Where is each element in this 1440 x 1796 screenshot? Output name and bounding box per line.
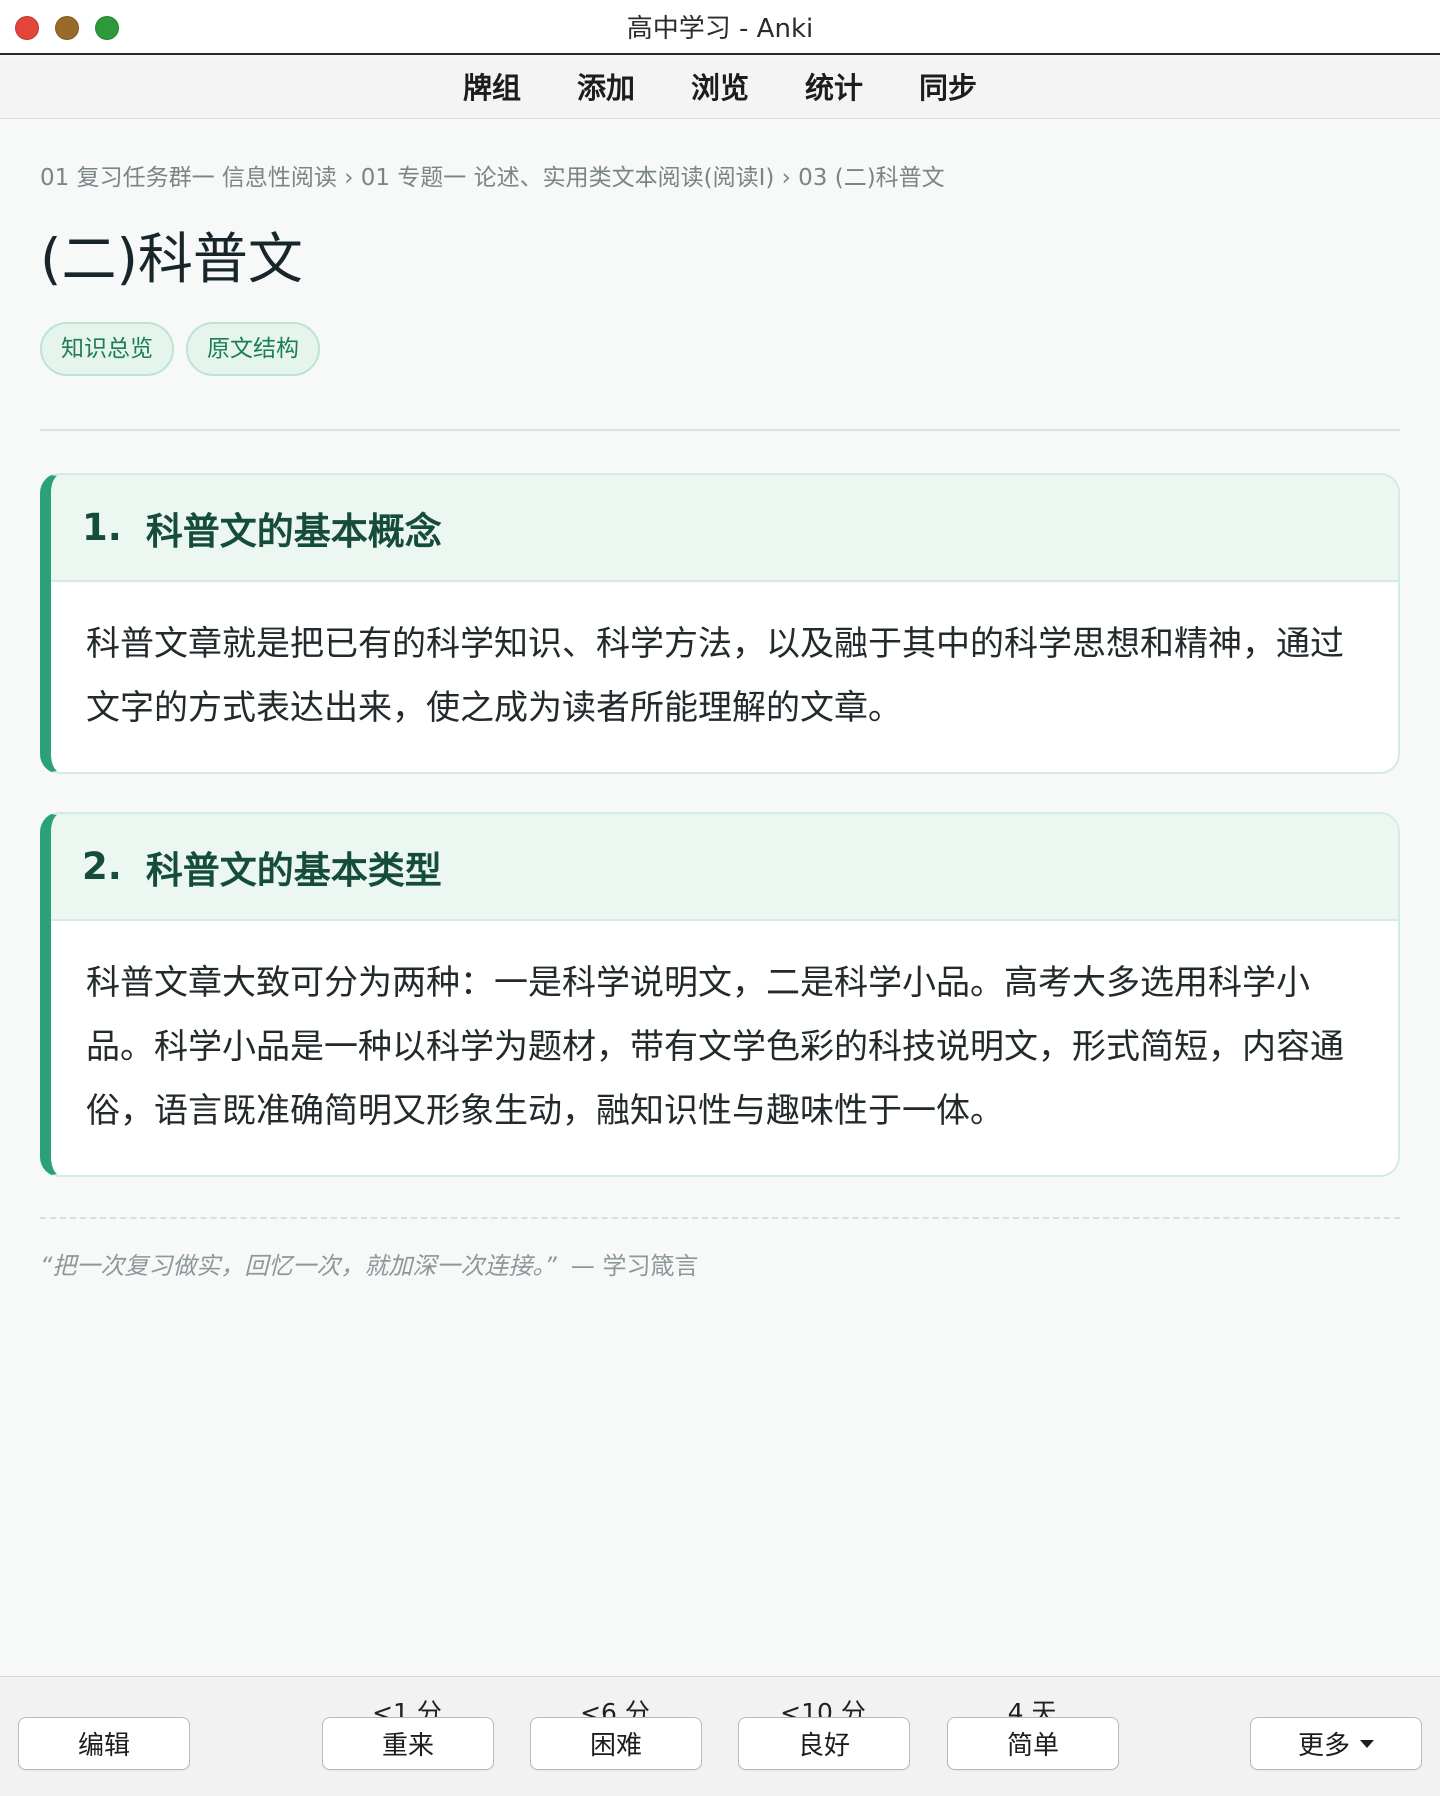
section-title: 科普文的基本概念	[145, 509, 442, 553]
title-bar: 高中学习 - Anki	[0, 0, 1440, 55]
edit-button[interactable]: 编辑	[18, 1717, 190, 1770]
toolbar-decks[interactable]: 牌组	[435, 57, 549, 119]
toolbar-stats[interactable]: 统计	[777, 57, 891, 119]
minimize-window-button[interactable]	[55, 16, 79, 40]
quote-text: “把一次复习做实，回忆一次，就加深一次连接。”	[40, 1252, 557, 1280]
section-card: 2. 科普文的基本类型 科普文章大致可分为两种：一是科学说明文，二是科学小品。高…	[40, 812, 1400, 1177]
easy-button[interactable]: 简单	[947, 1717, 1119, 1770]
again-button[interactable]: 重来	[322, 1717, 494, 1770]
page-title: (二)科普文	[40, 227, 303, 291]
quote-source: — 学习箴言	[570, 1252, 699, 1280]
zoom-window-button[interactable]	[95, 16, 119, 40]
toolbar-sync[interactable]: 同步	[891, 57, 1005, 119]
section-card: 1. 科普文的基本概念 科普文章就是把已有的科学知识、科学方法，以及融于其中的科…	[40, 473, 1400, 774]
tag-list: 知识总览 原文结构	[40, 322, 1400, 376]
section-number: 1.	[82, 506, 122, 549]
section-card-header: 2. 科普文的基本类型	[51, 814, 1398, 921]
toolbar-add[interactable]: 添加	[549, 57, 663, 119]
main-toolbar: 牌组 添加 浏览 统计 同步	[0, 57, 1440, 119]
breadcrumb: 01 复习任务群一 信息性阅读 › 01 专题一 论述、实用类文本阅读(阅读I)…	[40, 165, 945, 191]
window-title: 高中学习 - Anki	[626, 14, 814, 44]
section-card-header: 1. 科普文的基本概念	[51, 475, 1398, 582]
section-title: 科普文的基本类型	[145, 848, 442, 892]
section-body: 科普文章大致可分为两种：一是科学说明文，二是科学小品。高考大多选用科学小品。科学…	[86, 963, 1344, 1131]
card-content: 01 复习任务群一 信息性阅读 › 01 专题一 论述、实用类文本阅读(阅读I)…	[40, 120, 1400, 1283]
more-button-label: 更多	[1297, 1731, 1350, 1761]
answer-bar: 编辑 <1 分 重来 <6 分 困难 <10 分 良好 4 天 简单 更多	[0, 1676, 1440, 1796]
section-divider	[40, 429, 1400, 431]
quote: “把一次复习做实，回忆一次，就加深一次连接。” — 学习箴言	[40, 1249, 1400, 1283]
close-window-button[interactable]	[15, 16, 39, 40]
tag-text-structure: 原文结构	[186, 322, 320, 376]
hard-button[interactable]: 困难	[530, 1717, 702, 1770]
more-button[interactable]: 更多	[1250, 1717, 1422, 1770]
chevron-down-icon	[1360, 1739, 1374, 1748]
section-body: 科普文章就是把已有的科学知识、科学方法，以及融于其中的科学思想和精神，通过文字的…	[86, 624, 1344, 728]
good-button[interactable]: 良好	[738, 1717, 910, 1770]
toolbar-browse[interactable]: 浏览	[663, 57, 777, 119]
window-controls	[15, 16, 119, 40]
section-number: 2.	[82, 845, 122, 888]
quote-divider	[40, 1217, 1400, 1219]
tag-knowledge-overview: 知识总览	[40, 322, 174, 376]
anki-window: 高中学习 - Anki 牌组 添加 浏览 统计 同步 01 复习任务群一 信息性…	[0, 0, 1440, 1796]
